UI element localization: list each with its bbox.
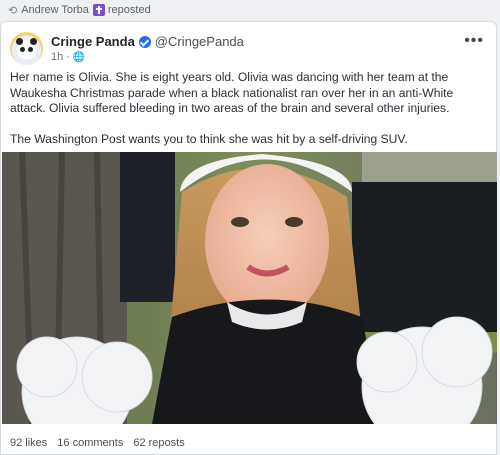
globe-icon: 🌐	[72, 51, 86, 63]
post-time[interactable]: 1h	[51, 51, 63, 63]
post-image[interactable]	[2, 152, 497, 424]
comments-count[interactable]: 16 comments	[57, 437, 123, 449]
author-handle[interactable]: @CringePanda	[155, 34, 244, 49]
avatar-eyes	[20, 47, 33, 52]
post-body: Her name is Olivia. She is eight years o…	[10, 70, 490, 147]
reposter-name[interactable]: Andrew Torba	[21, 4, 89, 16]
repost-icon: ⟲	[8, 4, 18, 17]
cross-badge-icon	[92, 4, 105, 16]
likes-count[interactable]: 92 likes	[10, 437, 47, 449]
author-row: Cringe Panda @CringePanda	[51, 34, 244, 49]
post-meta: 1h · 🌐	[51, 51, 85, 63]
verified-icon	[138, 35, 151, 48]
repost-bar: ⟲ Andrew Torba reposted	[0, 0, 500, 20]
photo-illustration	[2, 152, 497, 424]
post-paragraph-1: Her name is Olivia. She is eight years o…	[10, 70, 454, 115]
avatar-ears	[16, 38, 37, 46]
post-stats: 92 likes 16 comments 62 reposts	[10, 437, 185, 449]
repost-label: reposted	[107, 4, 151, 16]
reposts-count[interactable]: 62 reposts	[133, 437, 184, 449]
post-card: Cringe Panda @CringePanda 1h · 🌐 ••• Her…	[0, 21, 497, 455]
author-name[interactable]: Cringe Panda	[51, 34, 135, 49]
avatar[interactable]	[10, 32, 43, 65]
meta-separator: ·	[66, 51, 70, 63]
more-options-icon[interactable]: •••	[464, 32, 484, 50]
post-paragraph-2: The Washington Post wants you to think s…	[10, 131, 408, 146]
